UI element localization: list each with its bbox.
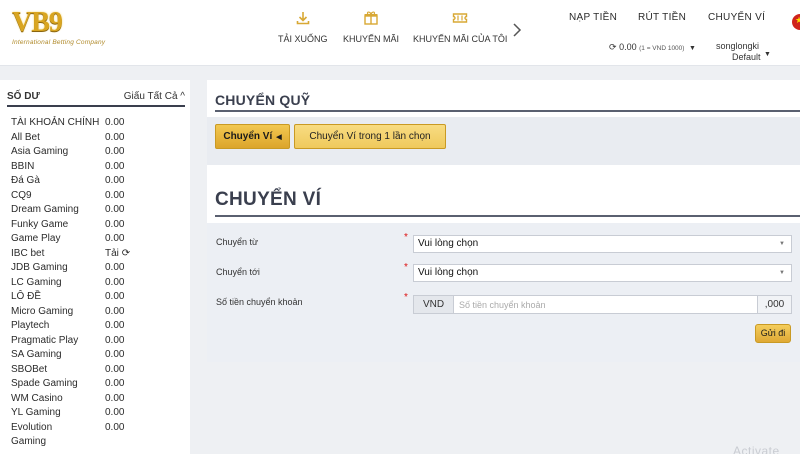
transfer-tabs: Chuyển Ví ◀ Chuyển Ví trong 1 lần chọn — [207, 117, 800, 165]
transfer-to-select[interactable]: Vui lòng chọn ▼ — [413, 264, 792, 282]
refresh-icon[interactable]: ⟳ — [122, 248, 130, 259]
form-title: CHUYỂN VÍ — [215, 189, 800, 217]
balance-amount: 0.00 — [619, 42, 637, 52]
balance-list: TÀI KHOẢN CHÍNH 0.00 All Bet 0.00 Asia Gam… — [11, 116, 181, 450]
list-item: Funky Game 0.00 — [11, 218, 125, 230]
nav-my-promotions[interactable]: KHUYẾN MÃI CỦA TÔI — [413, 10, 507, 44]
load-label: Tải — [105, 247, 119, 259]
amount-label: Số tiền chuyển khoản — [216, 297, 303, 307]
user-plan: Default — [732, 52, 761, 62]
chevron-down-icon: ▼ — [764, 51, 771, 58]
list-item: TÀI KHOẢN CHÍNH 0.00 — [11, 117, 125, 128]
page-title: CHUYỂN QUỸ — [215, 92, 800, 112]
list-item: WM Casino 0.00 — [11, 392, 125, 404]
nav-my-promotions-label: KHUYẾN MÃI CỦA TÔI — [413, 34, 508, 44]
user-menu[interactable]: songlongki Default ▼ — [716, 41, 771, 63]
activation-watermark: Activate — [733, 444, 780, 454]
sidebar-header: SỐ DƯ Giấu Tất Cả ^ — [7, 90, 185, 107]
required-marker: * — [404, 292, 408, 303]
amount-input[interactable] — [454, 296, 757, 313]
tab-wallet-transfer[interactable]: Chuyển Ví ◀ — [215, 124, 290, 149]
list-item: LÔ ĐỀ 0.00 — [11, 291, 125, 302]
withdraw-link[interactable]: RÚT TIỀN — [638, 12, 686, 23]
hide-all-toggle[interactable]: Giấu Tất Cả ^ — [124, 91, 185, 102]
list-item: IBC bet Tải ⟳ — [11, 247, 131, 259]
list-item: YL Gaming 0.00 — [11, 407, 125, 418]
list-item: Micro Gaming 0.00 — [11, 305, 125, 317]
list-item: All Bet 0.00 — [11, 131, 125, 143]
list-item: SA Gaming 0.00 — [11, 349, 125, 360]
sidebar-title: SỐ DƯ — [7, 91, 40, 102]
ticket-icon — [452, 10, 468, 26]
hide-all-label: Giấu Tất Cả — [123, 91, 178, 102]
tab-one-click-transfer-label: Chuyển Ví trong 1 lần chọn — [309, 131, 431, 142]
transfer-from-select[interactable]: Vui lòng chọn ▼ — [413, 235, 792, 253]
list-item: Playtech 0.00 — [11, 320, 125, 331]
wallet-transfer-link[interactable]: CHUYỂN VÍ — [708, 12, 765, 23]
logo-text: VB9 — [12, 7, 63, 38]
required-marker: * — [404, 232, 408, 243]
list-item: Evolution 0.00 — [11, 421, 125, 433]
balance-dropdown[interactable]: ⟳ 0.00 (1 = VND 1000) ▼ — [609, 42, 696, 53]
list-item: Asia Gaming 0.00 — [11, 146, 125, 157]
list-item: SBOBet 0.00 — [11, 363, 125, 375]
chevron-down-icon: ▼ — [688, 45, 696, 52]
username: songlongki — [716, 41, 760, 51]
required-marker: * — [404, 262, 408, 273]
top-header: VB9 International Betting Company TẢI XU… — [0, 0, 800, 66]
transfer-from-value: Vui lòng chọn — [418, 238, 479, 249]
list-item: CQ9 0.00 — [11, 189, 125, 201]
tab-wallet-transfer-label: Chuyển Ví — [223, 131, 273, 142]
logo-tagline: International Betting Company — [12, 39, 106, 46]
transfer-funds-panel: CHUYỂN QUỸ Chuyển Ví ◀ Chuyển Ví trong 1 … — [207, 80, 800, 165]
list-item: BBIN 0.00 — [11, 160, 125, 172]
amount-suffix: ,000 — [757, 296, 791, 313]
chevron-up-icon: ^ — [180, 91, 185, 102]
list-item: Game Play 0.00 — [11, 233, 125, 244]
nav-promotions[interactable]: KHUYẾN MÃI — [343, 10, 399, 44]
balance-rate: (1 = VND 1000) — [639, 45, 685, 52]
caret-left-icon: ◀ — [276, 134, 282, 141]
to-label: Chuyển tới — [216, 267, 260, 277]
site-logo[interactable]: VB9 International Betting Company — [12, 8, 122, 52]
list-item: Gaming — [11, 436, 47, 447]
amount-field: VND ,000 — [413, 295, 792, 314]
transfer-to-value: Vui lòng chọn — [418, 267, 479, 278]
tab-one-click-transfer[interactable]: Chuyển Ví trong 1 lần chọn — [294, 124, 446, 149]
form-header: CHUYỂN VÍ — [207, 165, 800, 223]
list-item: Dream Gaming 0.00 — [11, 204, 125, 215]
list-item: Đá Gà 0.00 — [11, 175, 125, 186]
wallet-transfer-form: CHUYỂN VÍ Chuyển từ * Vui lòng chọn ▼ Ch… — [207, 165, 800, 362]
download-icon — [295, 10, 311, 26]
nav-promotions-label: KHUYẾN MÃI — [343, 34, 400, 44]
from-label: Chuyển từ — [216, 237, 259, 247]
refresh-icon[interactable]: ⟳ — [609, 42, 617, 52]
chevron-down-icon: ▼ — [779, 241, 785, 247]
deposit-link[interactable]: NẠP TIỀN — [569, 12, 617, 23]
nav-download-label: TẢI XUỐNG — [278, 34, 328, 44]
list-item: Pragmatic Play 0.00 — [11, 334, 125, 346]
vietnam-flag-icon[interactable] — [792, 14, 800, 30]
gift-icon — [363, 10, 379, 26]
chevron-down-icon: ▼ — [779, 270, 785, 276]
list-item: JDB Gaming 0.00 — [11, 262, 125, 273]
submit-button[interactable]: Gửi đi — [755, 324, 791, 343]
currency-label: VND — [414, 296, 454, 313]
list-item: LC Gaming 0.00 — [11, 276, 125, 288]
balance-sidebar: SỐ DƯ Giấu Tất Cả ^ TÀI KHOẢN CHÍNH 0.00 … — [0, 80, 190, 454]
list-item: Spade Gaming 0.00 — [11, 378, 125, 389]
nav-download[interactable]: TẢI XUỐNG — [278, 10, 328, 44]
chevron-right-icon[interactable] — [512, 22, 524, 38]
